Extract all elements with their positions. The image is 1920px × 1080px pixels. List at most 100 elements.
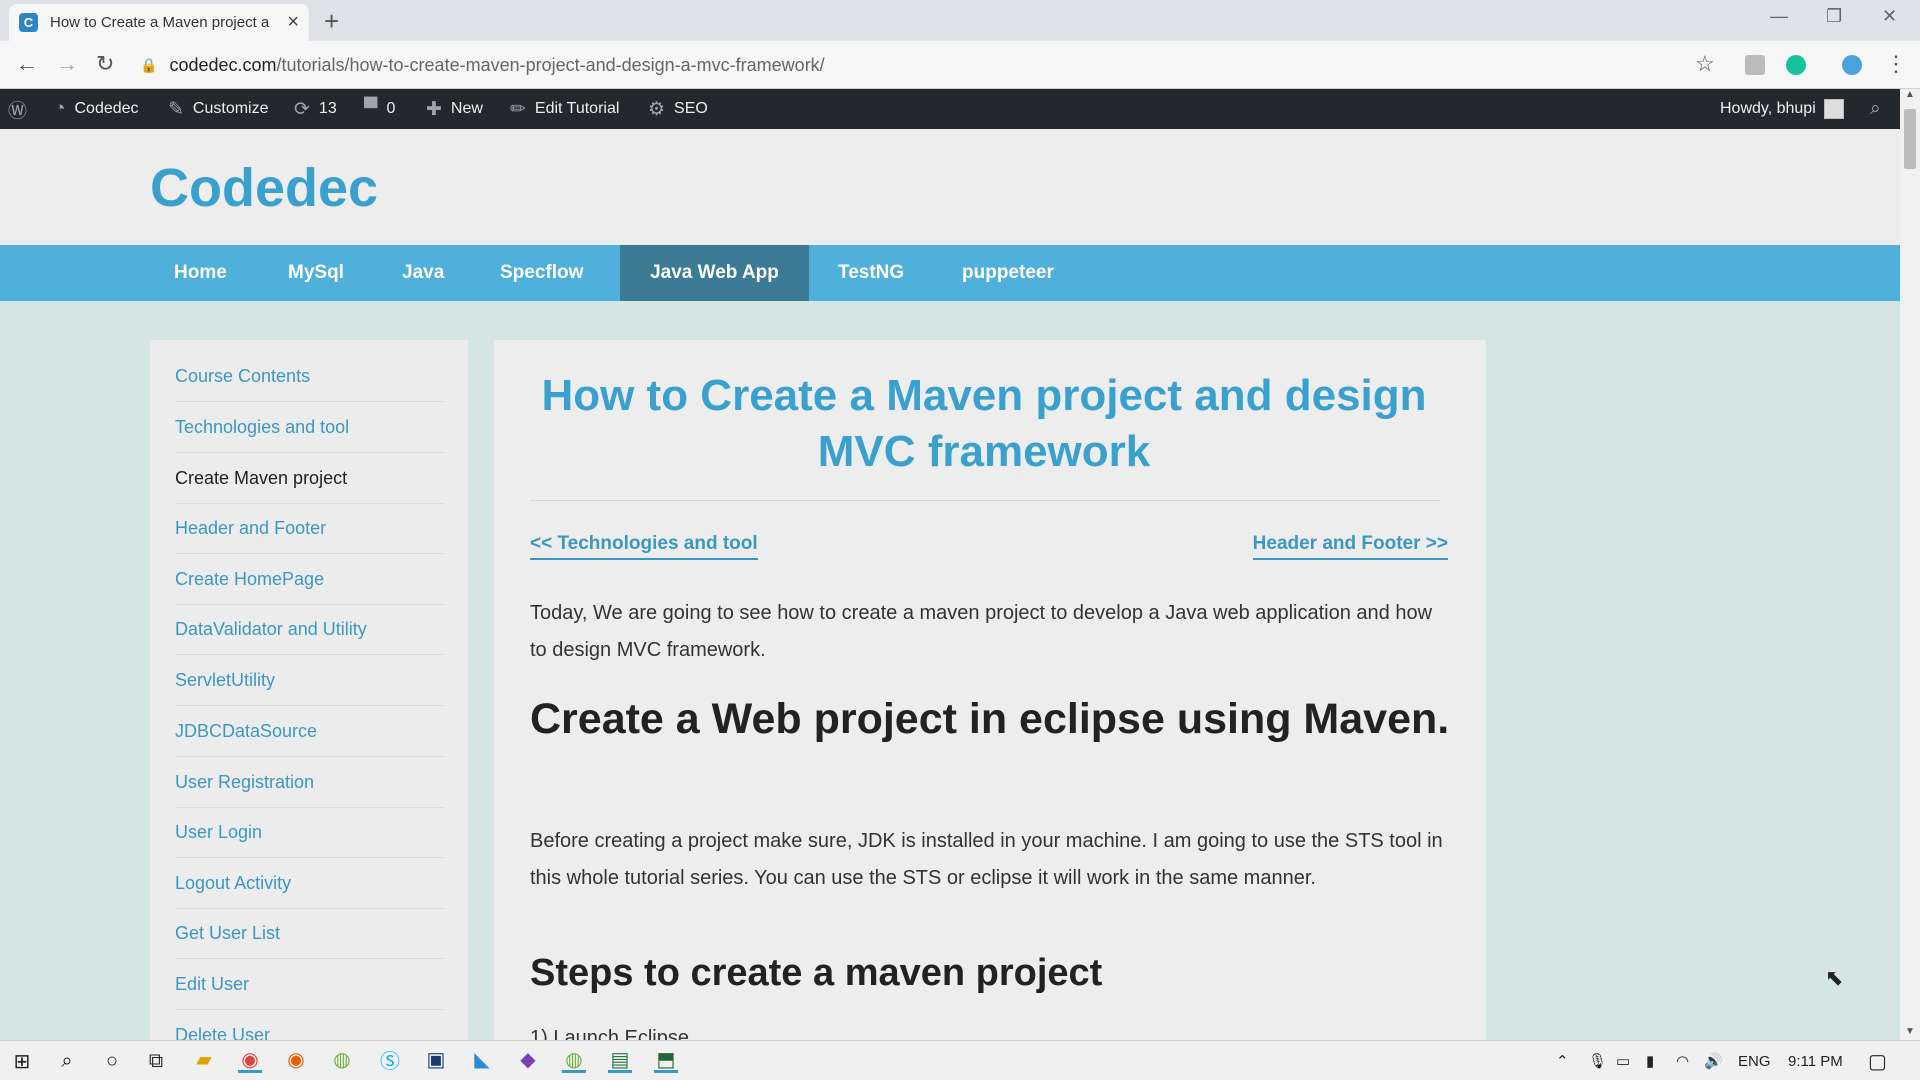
windows-start-icon[interactable]: ⊞ (10, 1049, 34, 1073)
back-icon[interactable]: ← (16, 51, 38, 77)
sidebar-item-user-registration[interactable]: User Registration (175, 758, 445, 808)
nav-item-home[interactable]: Home (150, 245, 251, 301)
skype-icon[interactable]: Ⓢ (378, 1049, 402, 1073)
clock[interactable]: 9:11 PM (1788, 1041, 1843, 1080)
notepad-plus-icon[interactable]: ▤ (608, 1049, 632, 1073)
sidebar-item-datavalidator[interactable]: DataValidator and Utility (175, 605, 445, 655)
wp-logo-item[interactable]: Ⓦ (8, 89, 36, 129)
sidebar-item-edit-user[interactable]: Edit User (175, 960, 445, 1010)
article-title: How to Create a Maven project and design… (541, 371, 1427, 476)
sidebar-item-jdbcdatasource[interactable]: JDBCDataSource (175, 707, 445, 757)
profile-avatar-icon[interactable] (1842, 55, 1862, 75)
nav-item-java[interactable]: Java (378, 245, 468, 301)
browser-tab[interactable]: C How to Create a Maven project a × (9, 4, 309, 41)
nav-item-specflow[interactable]: Specflow (476, 245, 607, 301)
extension-icon[interactable] (1745, 55, 1765, 75)
step-item: 1) Launch Eclipse (530, 1027, 689, 1040)
sidebar-item-create-maven-project[interactable]: Create Maven project (175, 454, 445, 504)
intro-paragraph: Today, We are going to see how to create… (530, 602, 1433, 661)
next-lesson-link[interactable]: Header and Footer >> (1252, 533, 1448, 560)
firefox-icon[interactable]: ◉ (284, 1049, 308, 1073)
chrome-icon[interactable]: ◉ (238, 1049, 262, 1073)
nav-item-java-web-app[interactable]: Java Web App (620, 245, 809, 301)
microphone-icon[interactable]: 🎙 (1588, 1041, 1607, 1080)
wp-admin-bar: Ⓦ ◔ Codedec ✎ Customize ⟳ 13 ▀ 0 ✚ New ✏… (0, 89, 1920, 129)
search-icon: ⌕ (1870, 98, 1881, 119)
admin-site-name[interactable]: ◔ Codedec (54, 89, 139, 129)
site-header: Codedec (0, 129, 1900, 245)
brush-icon: ✎ (168, 98, 184, 120)
tray-expand-icon[interactable]: ⌃ (1556, 1041, 1569, 1080)
steps-heading: Steps to create a maven project (530, 952, 1103, 994)
sidebar-item-header-footer[interactable]: Header and Footer (175, 504, 445, 554)
comment-icon: ▀ (364, 98, 378, 119)
nav-item-puppeteer[interactable]: puppeteer (938, 245, 1078, 301)
admin-updates[interactable]: ⟳ 13 (294, 89, 337, 129)
sidebar-item-logout-activity[interactable]: Logout Activity (175, 859, 445, 909)
sidebar-item-servletutility[interactable]: ServletUtility (175, 656, 445, 706)
sidebar-item-create-homepage[interactable]: Create HomePage (175, 555, 445, 605)
volume-icon[interactable]: 🔊 (1704, 1041, 1723, 1080)
nav-item-mysql[interactable]: MySql (264, 245, 368, 301)
main-nav: Home MySql Java Specflow Java Web App Te… (0, 245, 1900, 301)
spring-tool-suite-icon[interactable]: ◍ (330, 1049, 354, 1073)
scroll-thumb[interactable] (1904, 109, 1916, 169)
admin-comments[interactable]: ▀ 0 (364, 89, 395, 129)
admin-search[interactable]: ⌕ (1870, 89, 1890, 129)
wordpress-icon: Ⓦ (8, 100, 28, 122)
admin-seo[interactable]: ⚙ SEO (648, 89, 708, 129)
course-sidebar: Course Contents Technologies and tool Cr… (150, 340, 468, 1040)
article: How to Create a Maven project and design… (494, 340, 1486, 1040)
search-icon[interactable]: ⌕ (55, 1049, 79, 1073)
reload-icon[interactable]: ↻ (96, 51, 114, 77)
sidebar-item-get-user-list[interactable]: Get User List (175, 909, 445, 959)
new-tab-icon[interactable]: + (324, 6, 339, 37)
url-text: codedec.com/tutorials/how-to-create-mave… (169, 54, 825, 75)
cortana-icon[interactable]: ○ (100, 1049, 124, 1073)
dashboard-icon: ◔ (54, 98, 66, 119)
site-title[interactable]: Codedec (150, 157, 378, 219)
close-window-icon[interactable]: ✕ (1882, 6, 1897, 27)
grammarly-icon[interactable] (1786, 55, 1806, 75)
browser-menu-icon[interactable]: ⋮ (1885, 51, 1907, 77)
bookmark-star-icon[interactable]: ☆ (1695, 51, 1715, 77)
minimize-window-icon[interactable]: — (1770, 6, 1788, 27)
admin-customize[interactable]: ✎ Customize (168, 89, 269, 129)
pencil-icon: ✏ (510, 98, 526, 120)
visual-studio-icon[interactable]: ◆ (516, 1049, 540, 1073)
sts-running-icon[interactable]: ◍ (562, 1049, 586, 1073)
wifi-icon[interactable]: ◠ (1676, 1041, 1689, 1080)
sidebar-item-delete-user[interactable]: Delete User (175, 1011, 445, 1040)
admin-edit-tutorial[interactable]: ✏ Edit Tutorial (510, 89, 619, 129)
section-heading: Create a Web project in eclipse using Ma… (530, 695, 1450, 743)
browser-toolbar: ← → ↻ 🔒 codedec.com/tutorials/how-to-cre… (0, 41, 1920, 89)
sql-studio-icon[interactable]: ▣ (424, 1049, 448, 1073)
close-tab-icon[interactable]: × (287, 11, 299, 34)
vscode-icon[interactable]: ◣ (470, 1049, 494, 1073)
sidebar-item-technologies[interactable]: Technologies and tool (175, 403, 445, 453)
task-view-icon[interactable]: ⧉ (144, 1049, 168, 1073)
battery-icon[interactable]: ▮ (1646, 1041, 1654, 1080)
sidebar-item-user-login[interactable]: User Login (175, 808, 445, 858)
scroll-down-icon[interactable]: ▼ (1905, 1026, 1915, 1037)
plus-icon: ✚ (426, 98, 442, 120)
forward-icon[interactable]: → (56, 51, 78, 77)
camtasia-icon[interactable]: ⬒ (654, 1049, 678, 1073)
language-indicator[interactable]: ENG (1738, 1041, 1771, 1080)
prev-lesson-link[interactable]: << Technologies and tool (530, 533, 758, 560)
nav-item-testng[interactable]: TestNG (814, 245, 928, 301)
address-bar[interactable]: 🔒 codedec.com/tutorials/how-to-create-ma… (140, 48, 1700, 82)
gear-icon: ⚙ (648, 98, 666, 120)
scroll-up-icon[interactable]: ▲ (1905, 89, 1915, 100)
browser-tabstrip: C How to Create a Maven project a × + — … (0, 0, 1920, 41)
page-scrollbar[interactable]: ▲ ▼ (1900, 89, 1920, 1040)
restore-window-icon[interactable]: ❐ (1826, 6, 1842, 27)
monitor-icon[interactable]: ▭ (1616, 1041, 1630, 1080)
admin-account[interactable]: Howdy, bhupi (1720, 89, 1844, 129)
action-center-icon[interactable]: ▢ (1868, 1041, 1887, 1080)
admin-new[interactable]: ✚ New (426, 89, 483, 129)
file-explorer-icon[interactable]: ▰ (192, 1049, 216, 1073)
updates-icon: ⟳ (294, 98, 310, 120)
avatar (1823, 99, 1844, 119)
sidebar-item-course-contents[interactable]: Course Contents (175, 352, 445, 402)
